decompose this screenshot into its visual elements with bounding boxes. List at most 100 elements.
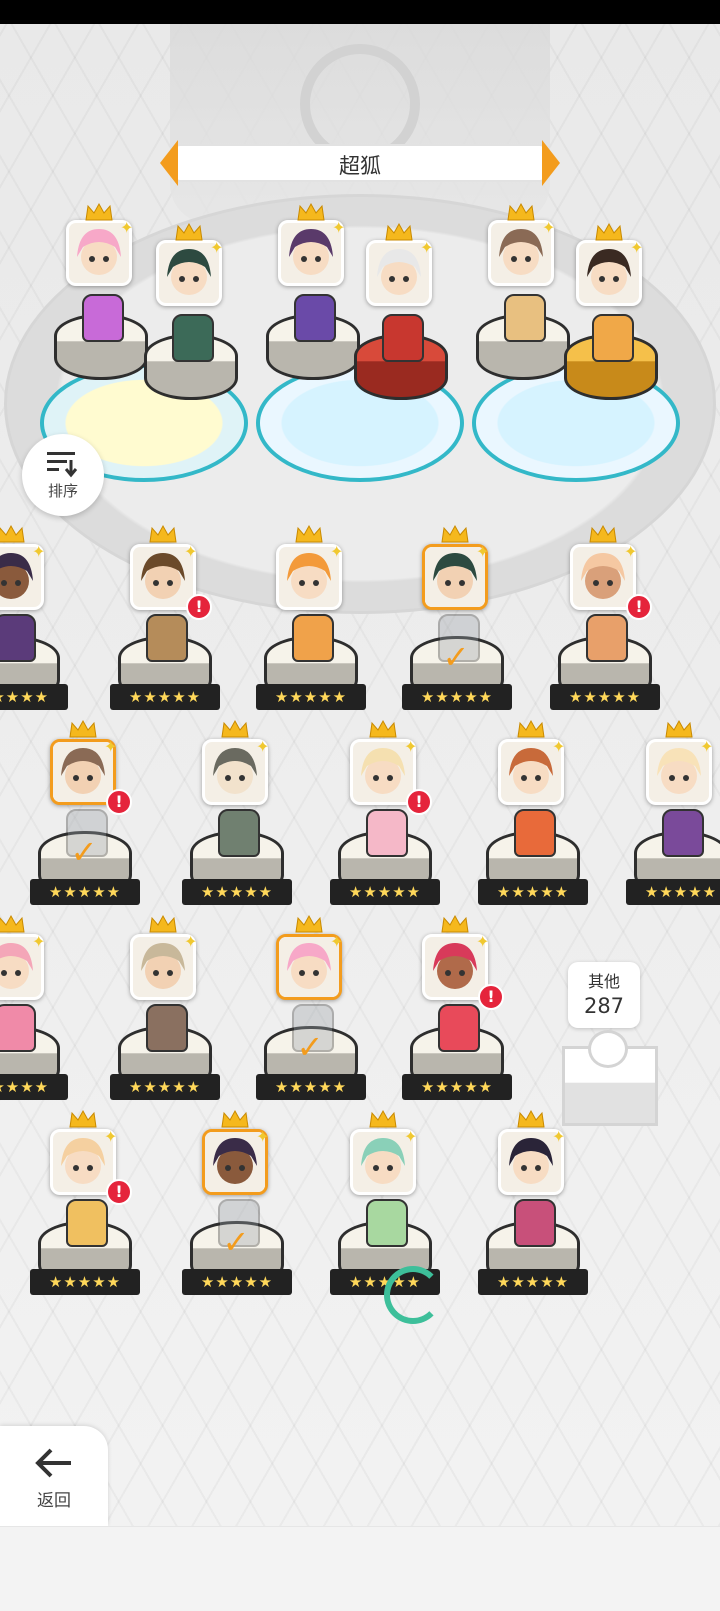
character-slot[interactable]: ★★★★★ ✦!: [402, 914, 512, 1114]
character-slot[interactable]: ★★★★★ ✦ ✓: [402, 524, 512, 724]
team-member[interactable]: ✦: [136, 222, 246, 434]
character-slot[interactable]: ★★★★★ ✦ ✓: [256, 914, 366, 1114]
crown-icon: [441, 914, 469, 933]
star-rating: ★★★★★: [110, 1074, 220, 1100]
sort-icon: [47, 452, 78, 478]
crown-icon: [221, 1109, 249, 1128]
alert-badge-icon: !: [106, 1179, 132, 1205]
crown-icon: [149, 524, 177, 543]
alert-badge-icon: !: [106, 789, 132, 815]
star-rating: ★★★★★: [110, 684, 220, 710]
team-name: 超狐: [339, 154, 381, 178]
sparkle-icon: ✦: [330, 542, 344, 561]
crown-icon: [69, 719, 97, 738]
character-sprite: [662, 809, 704, 857]
crown-icon: [295, 914, 323, 933]
crown-icon: [507, 202, 535, 221]
character-sprite: [294, 294, 336, 342]
game-scene: ✦ ✦ ✦ ✦ ✦ ✦ ★★★★★ ✦ ★★★★★ ✦! ★★★★★ ✦ ★★★★★ ✦ ✓ ★★★★★ ✦!…: [0, 24, 720, 1526]
character-slot[interactable]: ★★★★★ ✦ ✓: [182, 1109, 292, 1309]
star-rating: ★★★★★: [256, 1074, 366, 1100]
character-sprite: [366, 1199, 408, 1247]
others-placeholder-icon: [588, 1030, 628, 1068]
character-slot[interactable]: ★★★★★ ✦!: [330, 719, 440, 919]
others-tile[interactable]: 其他 287: [562, 934, 668, 1134]
others-label: 其他: [587, 972, 620, 991]
star-rating: ★★★★★: [30, 1269, 140, 1295]
character-sprite: [292, 614, 334, 662]
crown-icon: [385, 222, 413, 241]
team-banner: 超狐: [160, 140, 560, 186]
sparkle-icon: ✦: [330, 932, 344, 951]
sparkle-icon: ✦: [624, 542, 638, 561]
alert-badge-icon: !: [478, 984, 504, 1010]
sparkle-icon: ✦: [256, 737, 270, 756]
sparkle-icon: ✦: [552, 1127, 566, 1146]
character-slot[interactable]: ★★★★★ ✦: [256, 524, 366, 724]
team-member[interactable]: ✦: [346, 222, 456, 434]
character-slot[interactable]: ★★★★★ ✦! ✓: [30, 719, 140, 919]
back-arrow-icon: [35, 1448, 71, 1478]
character-sprite: [66, 1199, 108, 1247]
crown-icon: [175, 222, 203, 241]
sparkle-icon: ✦: [32, 932, 46, 951]
character-slot[interactable]: ★★★★★ ✦: [478, 719, 588, 919]
star-rating: ★★★★★: [626, 879, 720, 905]
character-slot[interactable]: ★★★★★ ✦: [478, 1109, 588, 1309]
loading-ring-icon: [384, 1266, 442, 1324]
character-sprite: [146, 1004, 188, 1052]
sparkle-icon: ✦: [120, 218, 134, 237]
sparkle-icon: ✦: [184, 932, 198, 951]
alert-badge-icon: !: [406, 789, 432, 815]
star-rating: ★★★★★: [478, 879, 588, 905]
check-icon: ✓: [296, 1028, 324, 1066]
sparkle-icon: ✦: [476, 542, 490, 561]
crown-icon: [0, 524, 25, 543]
sparkle-icon: ✦: [476, 932, 490, 951]
team-member[interactable]: ✦: [556, 222, 666, 434]
sort-label: 排序: [47, 482, 78, 500]
character-slot[interactable]: ★★★★★ ✦!: [30, 1109, 140, 1309]
sparkle-icon: ✦: [32, 542, 46, 561]
back-label: 返回: [37, 1491, 71, 1511]
star-rating: ★★★★★: [182, 1269, 292, 1295]
character-sprite: [82, 294, 124, 342]
character-slot[interactable]: ★★★★★ ✦: [182, 719, 292, 919]
sort-button[interactable]: 排序: [22, 434, 104, 516]
sparkle-icon: ✦: [104, 1127, 118, 1146]
alert-badge-icon: !: [626, 594, 652, 620]
back-button[interactable]: 返回: [0, 1426, 108, 1526]
character-sprite: [382, 314, 424, 362]
star-rating: ★★★★★: [0, 684, 68, 710]
crown-icon: [0, 914, 25, 933]
character-slot[interactable]: ★★★★★ ✦!: [550, 524, 660, 724]
star-rating: ★★★★★: [30, 879, 140, 905]
crown-icon: [595, 222, 623, 241]
navigation-bar: [0, 1526, 720, 1611]
check-icon: ✓: [442, 638, 470, 676]
check-icon: ✓: [70, 833, 98, 871]
sparkle-icon: ✦: [210, 238, 224, 257]
others-count: 287: [583, 994, 625, 1018]
character-sprite: [366, 809, 408, 857]
alert-badge-icon: !: [186, 594, 212, 620]
character-slot[interactable]: ★★★★★ ✦: [110, 914, 220, 1114]
sparkle-icon: ✦: [104, 737, 118, 756]
star-rating: ★★★★★: [256, 684, 366, 710]
character-sprite: [504, 294, 546, 342]
crown-icon: [369, 719, 397, 738]
sparkle-icon: ✦: [700, 737, 714, 756]
character-sprite: [438, 1004, 480, 1052]
character-slot[interactable]: ★★★★★ ✦: [0, 914, 68, 1114]
character-sprite: [0, 1004, 36, 1052]
sparkle-icon: ✦: [630, 238, 644, 257]
character-slot[interactable]: ★★★★★ ✦!: [110, 524, 220, 724]
crown-icon: [589, 524, 617, 543]
character-sprite: [0, 614, 36, 662]
character-slot[interactable]: ★★★★★ ✦: [0, 524, 68, 724]
character-slot[interactable]: ★★★★★ ✦: [626, 719, 720, 919]
star-rating: ★★★★★: [402, 684, 512, 710]
star-rating: ★★★★★: [550, 684, 660, 710]
crown-icon: [441, 524, 469, 543]
character-sprite: [218, 809, 260, 857]
